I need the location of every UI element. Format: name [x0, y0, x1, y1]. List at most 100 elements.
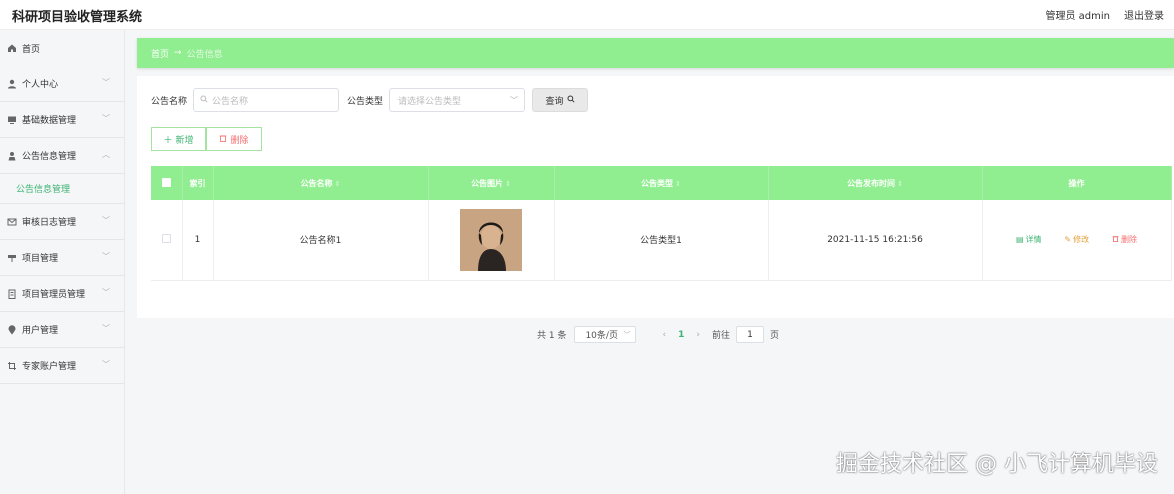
briefcase-icon — [6, 252, 18, 264]
page-size-select[interactable]: 10条/页 ﹀ — [574, 326, 637, 343]
row-checkbox[interactable] — [161, 233, 171, 243]
query-button-label: 查询 — [545, 96, 564, 107]
search-icon — [567, 94, 575, 106]
select-all-cell[interactable] — [151, 166, 183, 200]
edit-button-label: 修改 — [1073, 235, 1090, 245]
chevron-down-icon: ﹀ — [623, 331, 631, 339]
search-bar: 公告名称 公告名称 公告类型 请选择公告类型 ﹀ 查询 — [151, 88, 589, 112]
user-area: 管理员 admin 退出登录 — [1045, 7, 1164, 22]
chevron-down-icon: ﹀ — [102, 216, 110, 225]
sidebar-item-label: 基础数据管理 — [22, 116, 77, 126]
pagination: 共 1 条 10条/页 ﹀ ‹ 1 › 前往 1 页 — [537, 326, 779, 343]
column-header-label: 公告发布时间 — [847, 178, 896, 188]
sort-icon[interactable]: ⇕ — [335, 180, 341, 188]
sidebar-item-base-data[interactable]: 基础数据管理 ﹀ — [0, 102, 124, 138]
sidebar: 首页 个人中心 ﹀ 基础数据管理 ﹀ 公告信息管理 ︿ 公告信息管理 审核日志管… — [0, 30, 125, 494]
sidebar-item-label: 个人中心 — [22, 80, 59, 90]
chevron-down-icon: ﹀ — [102, 324, 110, 333]
trash-icon — [219, 134, 227, 145]
notice-table: 索引 公告名称 ⇕ 公告图片 ⇕ 公告类型 ⇕ 公告发布时间 ⇕ 操作 1 公告名称1 — [151, 166, 1172, 281]
message-icon — [6, 216, 18, 228]
next-page-icon[interactable]: › — [696, 330, 700, 340]
column-header-label: 索引 — [189, 178, 206, 188]
column-header[interactable]: 公告发布时间 ⇕ — [768, 166, 983, 200]
column-header[interactable]: 公告图片 ⇕ — [428, 166, 555, 200]
content-panel: 公告名称 公告名称 公告类型 请选择公告类型 ﹀ 查询 ＋ 新增 删除 索引 公… — [137, 76, 1174, 343]
sidebar-item-home[interactable]: 首页 — [0, 30, 124, 66]
column-header-label: 操作 — [1068, 178, 1085, 188]
delete-button-label: 删除 — [1121, 235, 1137, 245]
sidebar-item-label: 项目管理 — [22, 254, 59, 264]
sidebar-item-notice[interactable]: 公告信息管理 ︿ — [0, 138, 124, 174]
sidebar-item-audit-log[interactable]: 审核日志管理 ﹀ — [0, 204, 124, 240]
trash-icon — [1112, 235, 1119, 244]
query-button[interactable]: 查询 — [532, 88, 589, 112]
batch-delete-button[interactable]: 删除 — [206, 127, 262, 151]
notice-image — [460, 208, 522, 271]
type-select[interactable]: 请选择公告类型 ﹀ — [389, 88, 526, 112]
table-row: 1 公告名称1 公告类型1 2021-11-15 16:21:56 ▤ 详情 ✎… — [151, 200, 1172, 281]
sidebar-subitem-notice[interactable]: 公告信息管理 — [0, 174, 124, 204]
chevron-down-icon: ﹀ — [102, 78, 110, 87]
sidebar-item-project[interactable]: 项目管理 ﹀ — [0, 240, 124, 276]
sidebar-item-project-admin[interactable]: 项目管理员管理 ﹀ — [0, 276, 124, 312]
sort-icon[interactable]: ⇕ — [897, 180, 903, 188]
column-header-label: 公告图片 — [471, 178, 504, 188]
sidebar-item-label: 专家账户管理 — [22, 362, 77, 372]
column-header-label: 公告类型 — [641, 178, 674, 188]
sidebar-item-label: 审核日志管理 — [22, 218, 77, 228]
plus-icon: ＋ — [163, 135, 173, 146]
page-size-value: 10条/页 — [585, 331, 618, 341]
office-icon — [6, 288, 18, 300]
chevron-down-icon: ﹀ — [102, 114, 110, 123]
sidebar-item-label: 项目管理员管理 — [22, 290, 86, 300]
page-unit-label: 页 — [769, 331, 779, 341]
breadcrumb-home[interactable]: 首页 — [151, 47, 169, 60]
sort-icon[interactable]: ⇕ — [675, 180, 681, 188]
breadcrumb: 首页 → 公告信息 — [137, 38, 1174, 68]
user-icon — [6, 78, 18, 90]
arrow-right-icon: → — [174, 48, 182, 58]
column-header[interactable]: 公告类型 ⇕ — [554, 166, 769, 200]
detail-button[interactable]: ▤ 详情 — [1016, 234, 1042, 245]
add-button[interactable]: ＋ 新增 — [151, 127, 206, 151]
add-button-label: 新增 — [175, 135, 194, 146]
image-cell — [428, 200, 555, 281]
delete-button[interactable]: 删除 — [1112, 234, 1137, 245]
time-cell: 2021-11-15 16:21:56 — [768, 200, 983, 281]
edit-button[interactable]: ✎ 修改 — [1064, 234, 1089, 245]
type-cell: 公告类型1 — [554, 200, 769, 281]
logout-link[interactable]: 退出登录 — [1124, 7, 1164, 22]
action-bar: ＋ 新增 删除 — [151, 127, 262, 151]
document-icon: ▤ — [1015, 235, 1024, 245]
select-all-checkbox[interactable] — [161, 177, 171, 187]
goto-label: 前往 — [711, 331, 730, 341]
name-search-placeholder: 公告名称 — [212, 96, 249, 107]
admin-user-label[interactable]: 管理员 admin — [1045, 7, 1110, 22]
prev-page-icon[interactable]: ‹ — [662, 330, 666, 340]
sidebar-item-expert[interactable]: 专家账户管理 ﹀ — [0, 348, 124, 384]
name-search-label: 公告名称 — [151, 96, 188, 107]
sort-icon[interactable]: ⇕ — [505, 180, 511, 188]
sidebar-item-label: 用户管理 — [22, 326, 59, 336]
current-page[interactable]: 1 — [678, 330, 684, 340]
sidebar-item-user[interactable]: 用户管理 ﹀ — [0, 312, 124, 348]
type-select-placeholder: 请选择公告类型 — [398, 96, 462, 107]
chevron-up-icon: ︿ — [102, 150, 110, 159]
column-header-label: 公告名称 — [300, 178, 333, 188]
column-header[interactable]: 公告名称 ⇕ — [213, 166, 429, 200]
operations-cell: ▤ 详情 ✎ 修改 删除 — [982, 200, 1172, 281]
detail-button-label: 详情 — [1025, 235, 1042, 245]
batch-delete-label: 删除 — [230, 135, 249, 146]
sidebar-item-profile[interactable]: 个人中心 ﹀ — [0, 66, 124, 102]
name-search-input[interactable]: 公告名称 — [193, 88, 340, 112]
pencil-icon: ✎ — [1064, 235, 1072, 245]
goto-page-input[interactable]: 1 — [735, 326, 764, 343]
location-icon — [6, 324, 18, 336]
top-bar: 科研项目验收管理系统 管理员 admin 退出登录 — [0, 0, 1174, 30]
sidebar-item-label: 首页 — [22, 44, 41, 55]
sidebar-item-label: 公告信息管理 — [22, 152, 77, 162]
search-icon — [200, 94, 208, 106]
main-content: 首页 → 公告信息 公告名称 公告名称 公告类型 请选择公告类型 ﹀ 查询 ＋ … — [137, 38, 1174, 343]
row-select-cell[interactable] — [151, 200, 183, 281]
